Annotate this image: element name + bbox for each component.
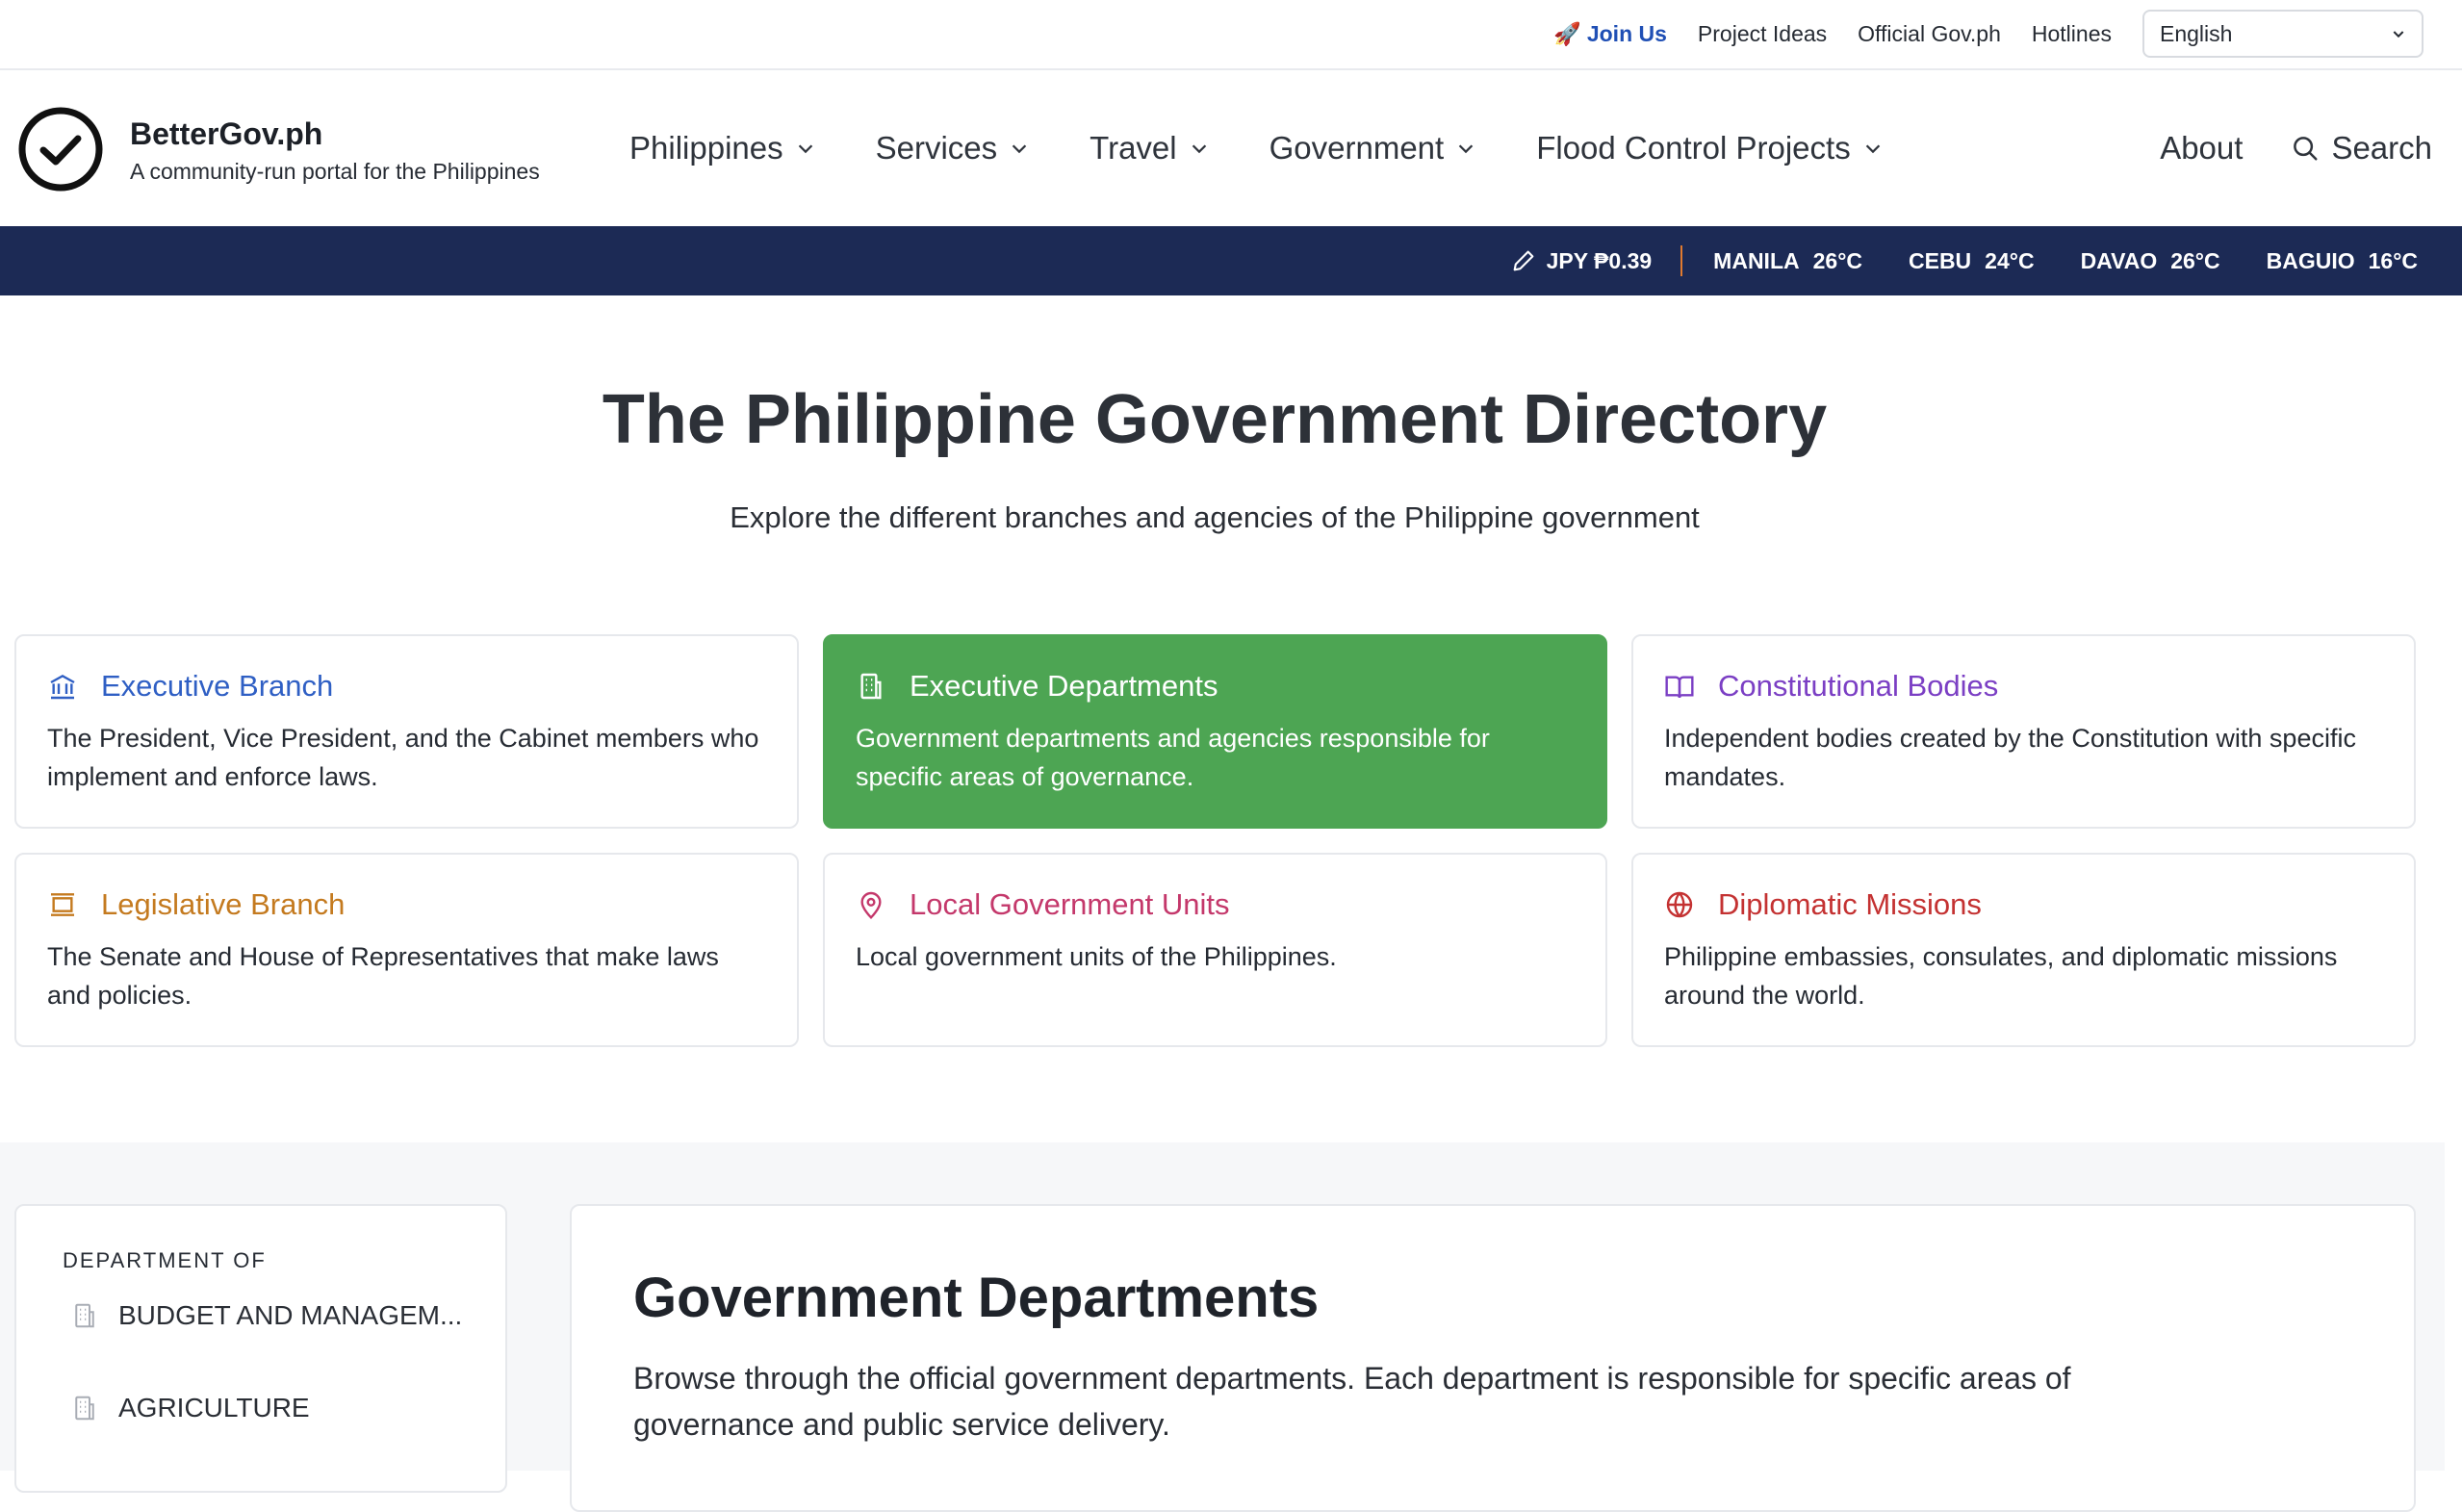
utility-links: 🚀 Join Us Project Ideas Official Gov.ph … — [1553, 10, 2424, 58]
pencil-icon — [1513, 250, 1533, 271]
card-legislative-branch[interactable]: Legislative Branch The Senate and House … — [14, 853, 799, 1047]
nav-services[interactable]: Services — [876, 130, 1031, 167]
language-select[interactable]: English — [2142, 10, 2424, 58]
hotlines-link[interactable]: Hotlines — [2032, 21, 2112, 47]
card-title: Local Government Units — [910, 887, 1230, 921]
page-subtitle: Explore the different branches and agenc… — [730, 500, 1700, 534]
nav-travel[interactable]: Travel — [1090, 130, 1209, 167]
card-diplomatic-missions[interactable]: Diplomatic Missions Philippine embassies… — [1631, 853, 2416, 1047]
map-pin-icon — [860, 891, 882, 920]
card-title: Constitutional Bodies — [1718, 669, 1999, 703]
nav-flood-control-projects[interactable]: Flood Control Projects — [1536, 130, 1883, 167]
weather-baguio: BAGUIO 16°C — [2266, 247, 2418, 273]
departments-panel: Government Departments Browse through th… — [570, 1204, 2416, 1512]
card-title: Legislative Branch — [101, 887, 346, 921]
project-ideas-link[interactable]: Project Ideas — [1698, 21, 1827, 47]
weather-cebu: CEBU 24°C — [1909, 247, 2035, 273]
brand-tagline: A community-run portal for the Philippin… — [130, 159, 540, 184]
chevron-down-icon — [2393, 31, 2404, 38]
category-cards: Executive Branch The President, Vice Pre… — [14, 634, 2416, 1047]
card-local-government-units[interactable]: Local Government Units Local government … — [823, 853, 1607, 1047]
departments-section: DEPARTMENT OF BUDGET AND MANAGEM... AGRI… — [0, 1142, 2445, 1512]
chevron-down-icon — [1012, 144, 1027, 154]
card-description: The President, Vice President, and the C… — [47, 724, 759, 791]
card-constitutional-bodies[interactable]: Constitutional Bodies Independent bodies… — [1631, 634, 2416, 829]
sidebar-item-agriculture[interactable]: AGRICULTURE — [70, 1393, 474, 1423]
main-header: BetterGov.ph A community-run portal for … — [0, 70, 2462, 226]
nav-philippines[interactable]: Philippines — [629, 130, 816, 167]
department-sidebar: DEPARTMENT OF BUDGET AND MANAGEM... AGRI… — [14, 1204, 507, 1493]
card-description: Philippine embassies, consulates, and di… — [1664, 942, 2338, 1010]
sidebar-heading: DEPARTMENT OF — [63, 1248, 267, 1272]
rocket-icon: 🚀 — [1553, 20, 1581, 46]
chevron-down-icon — [798, 144, 812, 154]
landmark-icon — [50, 674, 75, 700]
search-button[interactable]: Search — [2291, 130, 2432, 167]
primary-nav: Philippines Services Travel Government F… — [629, 70, 1943, 226]
book-open-icon — [1665, 676, 1694, 699]
globe-icon — [1666, 891, 1693, 918]
card-description: The Senate and House of Representatives … — [47, 942, 719, 1010]
card-executive-departments[interactable]: Executive Departments Government departm… — [823, 634, 1607, 829]
weather-manila: MANILA 26°C — [1713, 247, 1862, 273]
nav-government[interactable]: Government — [1269, 130, 1477, 167]
search-icon — [2294, 137, 2318, 161]
sidebar-item-budget[interactable]: BUDGET AND MANAGEM... — [70, 1300, 474, 1331]
nav-about[interactable]: About — [2160, 130, 2243, 167]
building-icon — [860, 673, 882, 700]
info-ticker: JPY ₱0.39 MANILA 26°C CEBU 24°C DAVAO 26… — [0, 226, 2462, 295]
card-description: Local government units of the Philippine… — [856, 942, 1337, 971]
card-title: Executive Departments — [910, 669, 1218, 703]
nav-right: About Search — [2160, 70, 2432, 226]
section-description: Browse through the official government d… — [633, 1361, 2071, 1442]
weather-davao: DAVAO 26°C — [2080, 247, 2220, 273]
exchange-rate: JPY ₱0.39 — [1510, 245, 1683, 276]
page-title: The Philippine Government Directory — [602, 381, 1828, 458]
brand-name[interactable]: BetterGov.ph — [130, 116, 322, 152]
card-title: Diplomatic Missions — [1718, 887, 1982, 921]
utility-bar: 🚀 Join Us Project Ideas Official Gov.ph … — [0, 0, 2462, 70]
building-icon — [75, 1396, 94, 1421]
card-title: Executive Branch — [101, 669, 334, 703]
building-icon — [75, 1303, 94, 1328]
join-us-link[interactable]: 🚀 Join Us — [1553, 21, 1667, 47]
section-title: Government Departments — [633, 1267, 1320, 1329]
card-executive-branch[interactable]: Executive Branch The President, Vice Pre… — [14, 634, 799, 829]
chevron-down-icon — [1865, 144, 1880, 154]
chevron-down-icon — [1458, 144, 1474, 154]
logo-check-icon[interactable] — [17, 106, 104, 192]
card-description: Government departments and agencies resp… — [856, 724, 1490, 791]
gavel-box-icon — [51, 893, 74, 916]
ticker-content: JPY ₱0.39 MANILA 26°C CEBU 24°C DAVAO 26… — [1510, 226, 2418, 295]
official-govph-link[interactable]: Official Gov.ph — [1858, 21, 2001, 47]
card-description: Independent bodies created by the Consti… — [1664, 724, 2356, 791]
chevron-down-icon — [1192, 144, 1206, 154]
